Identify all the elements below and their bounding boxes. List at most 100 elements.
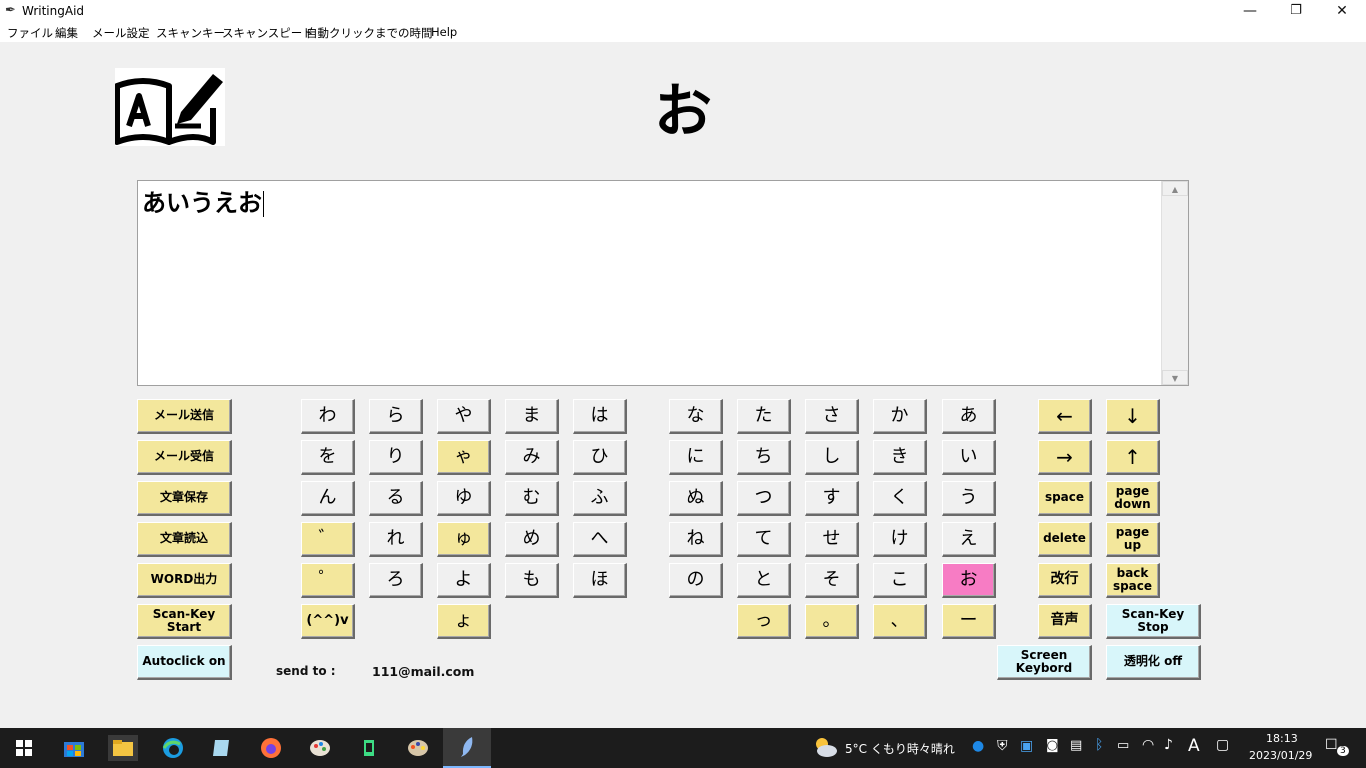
handakuten-key[interactable]: ゜	[301, 563, 355, 598]
kana-key[interactable]: も	[505, 563, 559, 598]
clock-time[interactable]: 18:13	[1266, 732, 1298, 745]
dakuten-key[interactable]: ゛	[301, 522, 355, 557]
page-up-key[interactable]: page up	[1106, 522, 1160, 557]
long-vowel-key[interactable]: ー	[942, 604, 996, 639]
save-text-button[interactable]: 文章保存	[137, 481, 232, 516]
kana-key[interactable]: た	[737, 399, 791, 434]
kana-key[interactable]: え	[942, 522, 996, 557]
close-button[interactable]: ✕	[1319, 0, 1365, 22]
store-icon[interactable]	[59, 735, 89, 761]
up-arrow-key[interactable]: ↑	[1106, 440, 1160, 475]
edge-browser-icon[interactable]	[158, 735, 188, 761]
left-arrow-key[interactable]: ←	[1038, 399, 1092, 434]
wifi-icon[interactable]: ◠	[1142, 737, 1154, 753]
kana-key[interactable]: わ	[301, 399, 355, 434]
printer-tray-icon[interactable]: ▤	[1070, 738, 1082, 753]
voice-key[interactable]: 音声	[1038, 604, 1092, 639]
kana-key[interactable]: よ	[437, 563, 491, 598]
touch-keyboard-icon[interactable]: ▢	[1216, 737, 1229, 753]
shield-tray-icon[interactable]: ⛨	[997, 738, 1008, 754]
space-key[interactable]: space	[1038, 481, 1092, 516]
bluetooth-icon[interactable]: ᛒ	[1095, 737, 1103, 753]
autoclick-toggle-button[interactable]: Autoclick on	[137, 645, 232, 680]
firefox-icon[interactable]	[256, 735, 286, 761]
kana-key[interactable]: ひ	[573, 440, 627, 475]
kana-key[interactable]: を	[301, 440, 355, 475]
kana-key[interactable]: は	[573, 399, 627, 434]
notepad-icon[interactable]	[206, 735, 236, 761]
kana-key[interactable]: ゆ	[437, 481, 491, 516]
scroll-up-icon[interactable]: ▲	[1162, 181, 1188, 196]
delete-key[interactable]: delete	[1038, 522, 1092, 557]
file-explorer-icon[interactable]	[108, 735, 138, 761]
kana-key[interactable]: ま	[505, 399, 559, 434]
mail-send-button[interactable]: メール送信	[137, 399, 232, 434]
kana-key-selected[interactable]: お	[942, 563, 996, 598]
kana-key[interactable]: な	[669, 399, 723, 434]
paint-palette-icon[interactable]	[403, 735, 433, 761]
menu-scan-speed[interactable]: スキャンスピード	[222, 25, 314, 41]
screen-keyboard-button[interactable]: Screen Keybord	[997, 645, 1092, 680]
kana-key[interactable]: る	[369, 481, 423, 516]
small-kana-key[interactable]: ょ	[437, 604, 491, 639]
paint-icon[interactable]	[305, 735, 335, 761]
kana-key[interactable]: さ	[805, 399, 859, 434]
small-kana-key[interactable]: ゃ	[437, 440, 491, 475]
kana-key[interactable]: そ	[805, 563, 859, 598]
period-key[interactable]: 。	[805, 604, 859, 639]
kana-key[interactable]: ぬ	[669, 481, 723, 516]
volume-icon[interactable]: ♪	[1164, 737, 1173, 753]
kana-key[interactable]: へ	[573, 522, 627, 557]
menu-help[interactable]: Help	[431, 25, 457, 39]
kana-key[interactable]: あ	[942, 399, 996, 434]
kana-key[interactable]: と	[737, 563, 791, 598]
notification-center-icon[interactable]: ☐	[1325, 737, 1338, 753]
kana-key[interactable]: う	[942, 481, 996, 516]
kana-key[interactable]: や	[437, 399, 491, 434]
kana-key[interactable]: く	[873, 481, 927, 516]
scroll-down-icon[interactable]: ▼	[1162, 370, 1188, 385]
kana-key[interactable]: き	[873, 440, 927, 475]
kana-key[interactable]: ね	[669, 522, 723, 557]
kana-key[interactable]: す	[805, 481, 859, 516]
kana-key[interactable]: か	[873, 399, 927, 434]
backspace-key[interactable]: back space	[1106, 563, 1160, 598]
kana-key[interactable]: て	[737, 522, 791, 557]
load-text-button[interactable]: 文章読込	[137, 522, 232, 557]
monitor-tray-icon[interactable]: ▣	[1020, 738, 1033, 754]
editor-scrollbar[interactable]: ▲ ▼	[1161, 181, 1188, 385]
comma-key[interactable]: 、	[873, 604, 927, 639]
kana-key[interactable]: の	[669, 563, 723, 598]
camera-tray-icon[interactable]: ◙	[1046, 738, 1059, 753]
kana-key[interactable]: ろ	[369, 563, 423, 598]
writingaid-taskbar-icon[interactable]	[443, 728, 491, 768]
emoticon-key[interactable]: (^^)v	[301, 604, 355, 639]
menu-mail-settings[interactable]: メール設定	[92, 25, 150, 41]
down-arrow-key[interactable]: ↓	[1106, 399, 1160, 434]
kana-key[interactable]: し	[805, 440, 859, 475]
newline-key[interactable]: 改行	[1038, 563, 1092, 598]
android-app-icon[interactable]	[354, 735, 384, 761]
battery-icon[interactable]: ▭	[1117, 738, 1129, 753]
kana-key[interactable]: れ	[369, 522, 423, 557]
menu-edit[interactable]: 編集	[55, 25, 78, 41]
kana-key[interactable]: け	[873, 522, 927, 557]
page-down-key[interactable]: page down	[1106, 481, 1160, 516]
minimize-button[interactable]: —	[1227, 0, 1273, 22]
kana-key[interactable]: ら	[369, 399, 423, 434]
kana-key[interactable]: に	[669, 440, 723, 475]
menu-autoclick-time[interactable]: 自動クリックまでの時間	[306, 25, 433, 41]
kana-key[interactable]: い	[942, 440, 996, 475]
google-drive-tray-icon[interactable]: ●	[972, 738, 984, 754]
right-arrow-key[interactable]: →	[1038, 440, 1092, 475]
kana-key[interactable]: り	[369, 440, 423, 475]
kana-key[interactable]: め	[505, 522, 559, 557]
windows-start-icon[interactable]	[9, 735, 39, 761]
kana-key[interactable]: せ	[805, 522, 859, 557]
menu-scan-key[interactable]: スキャンキー	[156, 25, 225, 41]
small-kana-key[interactable]: ゅ	[437, 522, 491, 557]
text-editor[interactable]: あいうえお ▲ ▼	[137, 180, 1189, 386]
kana-key[interactable]: み	[505, 440, 559, 475]
maximize-button[interactable]: ❐	[1273, 0, 1319, 22]
kana-key[interactable]: ん	[301, 481, 355, 516]
